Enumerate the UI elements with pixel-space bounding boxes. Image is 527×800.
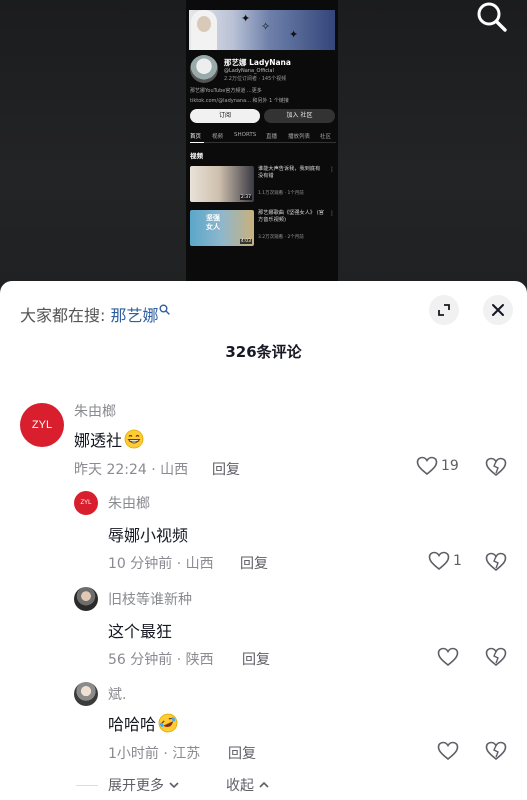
- grin-emoji-icon: [124, 429, 144, 449]
- comment-text: 哈哈哈: [108, 711, 178, 735]
- reply-button[interactable]: 回复: [212, 459, 240, 479]
- tab-community[interactable]: 社区: [320, 132, 331, 140]
- channel-name: 那艺娜 LadyNana: [224, 58, 291, 67]
- comment-username[interactable]: 斌.: [108, 684, 126, 704]
- avatar[interactable]: [74, 682, 98, 706]
- comment-text-content: 娜透社: [74, 431, 123, 450]
- comment-meta: 56 分钟前 · 陕西: [108, 652, 214, 668]
- divider: [76, 785, 98, 786]
- video-title[interactable]: 那艺娜歌曲《坚强女人》 (官方音乐视频): [258, 210, 324, 224]
- like-count: 19: [441, 458, 459, 474]
- like-button[interactable]: [437, 647, 459, 667]
- channel-stats: 2.2万位订阅者 · 145个视频: [224, 76, 287, 82]
- heart-icon: [437, 647, 459, 667]
- comment-text: 娜透社: [74, 427, 144, 451]
- reply-button[interactable]: 回复: [228, 743, 256, 763]
- comment-count: 326条评论: [225, 343, 302, 361]
- like-button[interactable]: [437, 741, 459, 761]
- join-button[interactable]: 加入 社区: [264, 109, 335, 123]
- subscribe-button[interactable]: 订阅: [190, 109, 260, 123]
- dislike-icon[interactable]: [485, 741, 507, 761]
- avatar-initials: ZYL: [80, 500, 92, 506]
- search-icon[interactable]: [159, 304, 170, 315]
- channel-avatar[interactable]: [190, 55, 218, 83]
- comment-text-content: 哈哈哈: [108, 715, 157, 734]
- like-button[interactable]: 1: [428, 551, 462, 571]
- trending-search-prefix: 大家都在搜:: [20, 306, 106, 325]
- heart-icon: [437, 741, 459, 761]
- video-duration: 4:03: [239, 239, 252, 244]
- video-meta: 3.2万次观看 · 2个月前: [258, 235, 304, 240]
- heart-icon: [428, 551, 450, 571]
- avatar[interactable]: ZYL: [20, 403, 64, 447]
- comment-text: 这个最狂: [108, 622, 173, 641]
- comment-username[interactable]: 旧枝等谁新种: [108, 589, 192, 609]
- video-meta: 1.1万次观看 · 1个月前: [258, 191, 304, 196]
- channel-tabs: 首页 视频 SHORTS 直播 播放列表 社区: [190, 131, 336, 143]
- channel-page-preview: ✦ ✧ ✦ 那艺娜 LadyNana @LadyNana_Official 2.…: [186, 0, 338, 283]
- dislike-icon[interactable]: [485, 457, 507, 477]
- tab-playlists[interactable]: 播放列表: [288, 132, 310, 140]
- search-icon[interactable]: [475, 0, 509, 34]
- comment-meta: 10 分钟前 · 山西: [108, 556, 214, 572]
- channel-description[interactable]: 那艺娜YouTube官方频道 ...更多: [190, 87, 262, 94]
- chevron-down-icon: [169, 782, 180, 789]
- comment-username[interactable]: 朱由榔: [74, 401, 116, 421]
- tab-live[interactable]: 直播: [266, 132, 277, 140]
- section-title: 视频: [190, 152, 203, 160]
- heart-icon: [416, 456, 438, 476]
- tab-shorts[interactable]: SHORTS: [234, 132, 256, 138]
- dislike-icon[interactable]: [485, 552, 507, 572]
- trending-search[interactable]: 大家都在搜: 那艺娜: [20, 302, 170, 326]
- fullscreen-button[interactable]: [429, 295, 459, 325]
- video-thumbnail[interactable]: 2:37: [190, 166, 254, 202]
- like-count: 1: [453, 553, 462, 569]
- close-button[interactable]: [483, 295, 513, 325]
- close-icon: [492, 304, 504, 316]
- collapse-label: 收起: [226, 778, 254, 794]
- channel-handle: @LadyNana_Official: [224, 68, 274, 74]
- avatar[interactable]: ZYL: [74, 491, 98, 515]
- comment-meta: 昨天 22:24 · 山西: [74, 462, 189, 478]
- more-options-icon[interactable]: ⋮: [329, 166, 335, 173]
- like-button[interactable]: 19: [416, 456, 459, 476]
- avatar-initials: ZYL: [31, 419, 53, 431]
- dislike-icon[interactable]: [485, 647, 507, 667]
- chevron-up-icon: [259, 781, 270, 788]
- comment-sheet: 大家都在搜: 那艺娜 326条评论 ZYL 朱由榔 娜透社 昨天 22:24 ·…: [0, 281, 527, 800]
- reply-button[interactable]: 回复: [242, 649, 270, 669]
- video-thumbnail[interactable]: 坚强 女人 4:03: [190, 210, 254, 246]
- more-options-icon[interactable]: ⋮: [329, 210, 335, 217]
- channel-banner: ✦ ✧ ✦: [189, 10, 335, 50]
- comment-text: 辱娜小视频: [108, 526, 189, 545]
- video-title[interactable]: 谁能大声告诉我，我到底有没有错: [258, 166, 324, 180]
- video-player[interactable]: ✦ ✧ ✦ 那艺娜 LadyNana @LadyNana_Official 2.…: [0, 0, 527, 290]
- thumbnail-text: 坚强 女人: [206, 214, 220, 231]
- comment-username[interactable]: 朱由榔: [108, 493, 150, 513]
- trending-search-term[interactable]: 那艺娜: [111, 306, 159, 325]
- rofl-emoji-icon: [158, 713, 178, 733]
- video-duration: 2:37: [239, 195, 252, 200]
- expand-more-label: 展开更多: [108, 778, 164, 794]
- expand-icon: [438, 304, 450, 316]
- comment-meta: 1小时前 · 江苏: [108, 746, 201, 762]
- reply-button[interactable]: 回复: [240, 553, 268, 573]
- channel-link[interactable]: tiktok.com/@ladynana... 和另外 1 个链接: [190, 97, 289, 104]
- tab-home[interactable]: 首页: [190, 132, 201, 140]
- tab-videos[interactable]: 视频: [212, 132, 223, 140]
- avatar[interactable]: [74, 587, 98, 611]
- collapse-button[interactable]: 收起: [226, 775, 270, 795]
- expand-more-button[interactable]: 展开更多: [108, 775, 180, 795]
